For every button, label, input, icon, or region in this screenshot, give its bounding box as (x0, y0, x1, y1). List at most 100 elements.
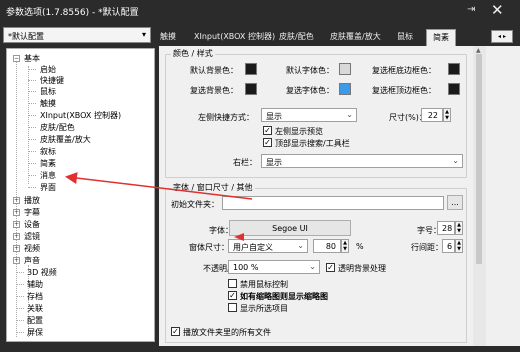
tree-item-devices[interactable]: 设备 (24, 219, 40, 230)
opacity-select[interactable]: 100 % ⌄ (228, 260, 320, 274)
expand-icon[interactable]: + (13, 233, 20, 240)
left-shortcut-value: 显示 (266, 112, 282, 121)
tree-item-subtitles[interactable]: 字幕 (24, 207, 40, 218)
browse-button[interactable]: ... (447, 195, 463, 210)
chevron-down-icon: ⌄ (346, 110, 353, 119)
font-button[interactable]: Segoe UI (229, 220, 351, 236)
expand-icon[interactable]: + (13, 221, 20, 228)
expand-icon[interactable]: + (13, 209, 20, 216)
settings-tree: − 基本 启始 快捷键 鼠标 触摸 XInput(XBOX 控制器) 皮肤/配色… (6, 48, 155, 342)
tree-item-screensaver[interactable]: 屏保 (27, 327, 43, 338)
win-size-value: 用户自定义 (233, 243, 273, 252)
init-folder-label: 初始文件夹： (171, 200, 219, 209)
scrollbar-thumb[interactable] (476, 54, 482, 264)
settings-panel: 颜色 / 样式 默认背景色： 默认字体色： 复选框底边框色： 复选背景色： 复选… (159, 46, 473, 346)
init-folder-input[interactable] (222, 196, 444, 210)
check-bg-label: 复选背景色： (190, 86, 238, 95)
disable-mouse-checkbox[interactable] (228, 279, 237, 288)
tree-item-association[interactable]: 关联 (27, 303, 43, 314)
tree-item-basic[interactable]: 基本 (24, 53, 40, 64)
tree-item-skin-color[interactable]: 皮肤/配色 (40, 122, 75, 133)
bottom-edge (0, 346, 520, 352)
tree-item-startup[interactable]: 启始 (40, 64, 56, 75)
tree-item-simple[interactable]: 简素 (40, 158, 56, 169)
font-size-input[interactable]: 28 (437, 221, 455, 235)
top-search-label: 顶部显示搜索/工具栏 (275, 139, 350, 148)
line-spacing-stepper[interactable]: ▲ ▼ (455, 239, 463, 253)
colors-group-title: 颜色 / 样式 (171, 48, 215, 59)
collapse-icon[interactable]: − (13, 55, 20, 62)
font-group-title: 字体 / 窗口尺寸 / 其他 (171, 182, 255, 193)
tree-item-mouse[interactable]: 鼠标 (40, 86, 56, 97)
window-percent-stepper[interactable]: ▲ ▼ (341, 239, 349, 253)
tab-xinput[interactable]: XInput(XBOX 控制器) (194, 29, 275, 46)
tab-scroll-buttons[interactable]: ◂ ▸ (491, 30, 513, 43)
tree-item-3d-video[interactable]: 3D 视频 (27, 267, 57, 278)
preset-value: *默认配置 (8, 32, 44, 41)
default-font-swatch[interactable] (339, 63, 351, 75)
scroll-up-icon[interactable]: ▲ (476, 47, 481, 54)
disable-mouse-label: 禁用鼠标控制 (240, 280, 288, 289)
close-icon[interactable]: ✕ (491, 1, 504, 19)
thumbnail-checkbox[interactable]: ✓ (228, 291, 237, 300)
tree-item-skin-overlay[interactable]: 皮肤覆盖/放大 (40, 134, 91, 145)
check-bottom-label: 复选框底边框色： (372, 66, 436, 75)
default-bg-swatch[interactable] (245, 63, 257, 75)
title-bar: 参数选项(1.7.8556) - *默认配置 ⇥ ✕ (0, 0, 520, 22)
tab-mouse[interactable]: 鼠标 (397, 29, 413, 46)
tree-item-messages[interactable]: 消息 (40, 170, 56, 181)
win-size-label: 窗体尺寸： (189, 243, 229, 252)
preview-checkbox[interactable]: ✓ (263, 126, 272, 135)
tree-item-interface[interactable]: 界面 (40, 182, 56, 193)
right-bar-value: 显示 (266, 158, 282, 167)
preset-select[interactable]: *默认配置 ▾ (3, 27, 151, 43)
win-size-select[interactable]: 用户自定义 ⌄ (228, 239, 308, 253)
check-bg-swatch[interactable] (245, 83, 257, 95)
check-bottom-swatch[interactable] (448, 63, 460, 75)
check-font-label: 复选字体色： (286, 86, 334, 95)
tab-skin-overlay[interactable]: 皮肤覆盖/放大 (330, 29, 381, 46)
transparent-bg-checkbox[interactable]: ✓ (326, 263, 335, 272)
tree-item-archive[interactable]: 存档 (27, 291, 43, 302)
tree-item-xinput[interactable]: XInput(XBOX 控制器) (40, 110, 121, 121)
percent-unit: % (356, 242, 364, 251)
tree-item-playback[interactable]: 播放 (24, 195, 40, 206)
expand-icon[interactable]: + (13, 197, 20, 204)
tree-item-hotkeys[interactable]: 快捷键 (40, 75, 64, 86)
default-bg-label: 默认背景色： (190, 66, 238, 75)
tree-item-video[interactable]: 视频 (24, 243, 40, 254)
pin-icon[interactable]: ⇥ (467, 4, 475, 15)
play-all-checkbox[interactable]: ✓ (171, 327, 180, 336)
tree-item-touch[interactable]: 触摸 (40, 98, 56, 109)
line-spacing-input[interactable]: 6 (442, 239, 455, 253)
tree-item-filters[interactable]: 滤镜 (24, 231, 40, 242)
top-search-checkbox[interactable]: ✓ (263, 138, 272, 147)
panel-scrollbar[interactable]: ▲ (473, 46, 486, 346)
expand-icon[interactable]: + (13, 245, 20, 252)
show-selected-label: 显示所选项目 (240, 304, 288, 313)
right-margin (486, 46, 520, 346)
tree-item-assist[interactable]: 辅助 (27, 279, 43, 290)
left-shortcut-label: 左侧快捷方式： (198, 113, 254, 122)
check-top-label: 复选框顶边框色： (372, 86, 436, 95)
check-top-swatch[interactable] (448, 83, 460, 95)
expand-icon[interactable]: + (13, 257, 20, 264)
size-percent-stepper[interactable]: ▲ ▼ (443, 108, 451, 122)
tree-item-audio[interactable]: 声音 (24, 255, 40, 266)
thumbnail-label: 如有缩略图则显示缩略图 (240, 292, 328, 301)
tab-simple[interactable]: 简素 (426, 29, 456, 46)
right-bar-select[interactable]: 显示 ⌄ (261, 154, 463, 168)
chevron-down-icon: ▾ (141, 30, 146, 39)
check-font-swatch[interactable] (339, 83, 351, 95)
tab-touch[interactable]: 触摸 (160, 29, 176, 46)
show-selected-checkbox[interactable] (228, 303, 237, 312)
opacity-value: 100 % (233, 263, 259, 272)
tab-skin-color[interactable]: 皮肤/配色 (279, 29, 314, 46)
window-percent-input[interactable]: 80 (313, 239, 341, 253)
tree-item-mouse2[interactable]: 叙标 (40, 146, 56, 157)
left-shortcut-select[interactable]: 显示 ⌄ (261, 108, 357, 122)
font-size-stepper[interactable]: ▲ ▼ (455, 221, 463, 235)
size-percent-input[interactable]: 22 (421, 108, 443, 122)
tree-item-config[interactable]: 配置 (27, 315, 43, 326)
chevron-down-icon: ⌄ (309, 262, 316, 271)
